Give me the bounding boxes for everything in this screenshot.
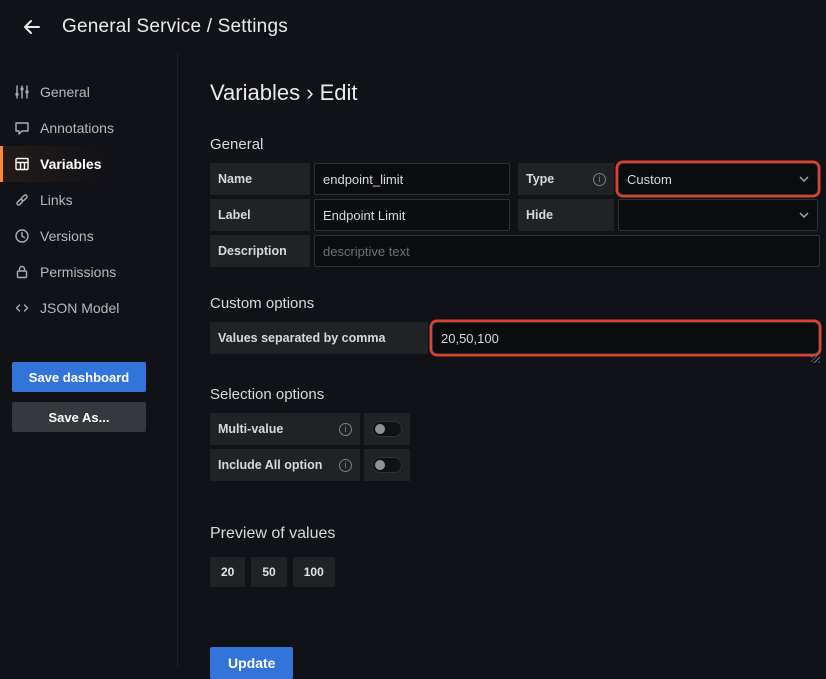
preview-value-chip: 50 [251, 557, 286, 587]
page-header: General Service / Settings [0, 0, 826, 54]
type-label: Type i [518, 163, 614, 195]
info-icon[interactable]: i [339, 423, 352, 436]
include-all-label-text: Include All option [218, 458, 322, 472]
name-label: Name [210, 163, 310, 195]
label-input[interactable] [314, 199, 510, 231]
preview-value-chip: 20 [210, 557, 245, 587]
sidebar-item-json-model[interactable]: JSON Model [0, 290, 177, 326]
general-section-title: General [210, 136, 826, 153]
lock-icon [14, 264, 30, 280]
toggle-track [372, 457, 402, 473]
description-input[interactable] [314, 235, 820, 267]
sidebar-item-label: Annotations [40, 120, 114, 136]
type-select-value: Custom [627, 172, 672, 187]
toggle-knob [375, 460, 385, 470]
app-root: General Service / Settings General Annot… [0, 0, 826, 667]
sidebar-item-label: Versions [40, 228, 94, 244]
sidebar-item-variables[interactable]: Variables [0, 146, 177, 182]
page-title: General Service / Settings [62, 16, 288, 38]
update-button[interactable]: Update [210, 647, 293, 679]
sidebar-item-links[interactable]: Links [0, 182, 177, 218]
selection-options-title: Selection options [210, 386, 826, 403]
values-label: Values separated by comma [210, 322, 428, 354]
custom-options-section: Custom options Values separated by comma [210, 295, 826, 354]
sidebar-item-permissions[interactable]: Permissions [0, 254, 177, 290]
toggle-track [372, 421, 402, 437]
link-icon [14, 192, 30, 208]
code-icon [14, 300, 30, 316]
info-icon[interactable]: i [593, 173, 606, 186]
include-all-toggle[interactable] [364, 449, 410, 481]
preview-values: 20 50 100 [210, 557, 826, 587]
preview-section: Preview of values 20 50 100 [210, 525, 826, 587]
preview-title: Preview of values [210, 525, 826, 543]
settings-sidebar: General Annotations Variables Links Vers… [0, 54, 178, 667]
general-section: General Name Type i Custom [210, 136, 826, 267]
hide-label: Hide [518, 199, 614, 231]
sidebar-item-general[interactable]: General [0, 74, 177, 110]
selection-options-section: Selection options Multi-value i [210, 386, 826, 481]
multi-value-label: Multi-value i [210, 413, 360, 445]
label-label: Label [210, 199, 310, 231]
custom-options-title: Custom options [210, 295, 826, 312]
resize-grip[interactable] [811, 354, 820, 363]
sidebar-item-label: General [40, 84, 90, 100]
info-icon[interactable]: i [339, 459, 352, 472]
type-select[interactable]: Custom [618, 163, 818, 195]
breadcrumb: Variables › Edit [210, 80, 826, 106]
table-icon [14, 156, 30, 172]
hide-label-text: Hide [526, 208, 553, 222]
multi-value-toggle[interactable] [364, 413, 410, 445]
variables-edit-panel: Variables › Edit General Name Type i [178, 54, 826, 667]
back-button[interactable] [14, 9, 50, 45]
save-as-button[interactable]: Save As... [12, 402, 146, 432]
history-icon [14, 228, 30, 244]
hide-select[interactable] [618, 199, 818, 231]
save-dashboard-button[interactable]: Save dashboard [12, 362, 146, 392]
type-label-text: Type [526, 172, 554, 186]
preview-value-chip: 100 [293, 557, 335, 587]
arrow-left-icon [21, 16, 43, 38]
sidebar-item-label: JSON Model [40, 300, 119, 316]
name-input[interactable] [314, 163, 510, 195]
comment-icon [14, 120, 30, 136]
description-label: Description [210, 235, 310, 267]
chevron-down-icon [799, 176, 809, 182]
include-all-label: Include All option i [210, 449, 360, 481]
chevron-down-icon [799, 212, 809, 218]
values-input[interactable] [432, 322, 819, 354]
sidebar-item-label: Permissions [40, 264, 116, 280]
sidebar-item-versions[interactable]: Versions [0, 218, 177, 254]
sidebar-item-annotations[interactable]: Annotations [0, 110, 177, 146]
toggle-knob [375, 424, 385, 434]
multi-value-label-text: Multi-value [218, 422, 283, 436]
sidebar-item-label: Variables [40, 156, 102, 172]
sliders-icon [14, 84, 30, 100]
sidebar-item-label: Links [40, 192, 73, 208]
